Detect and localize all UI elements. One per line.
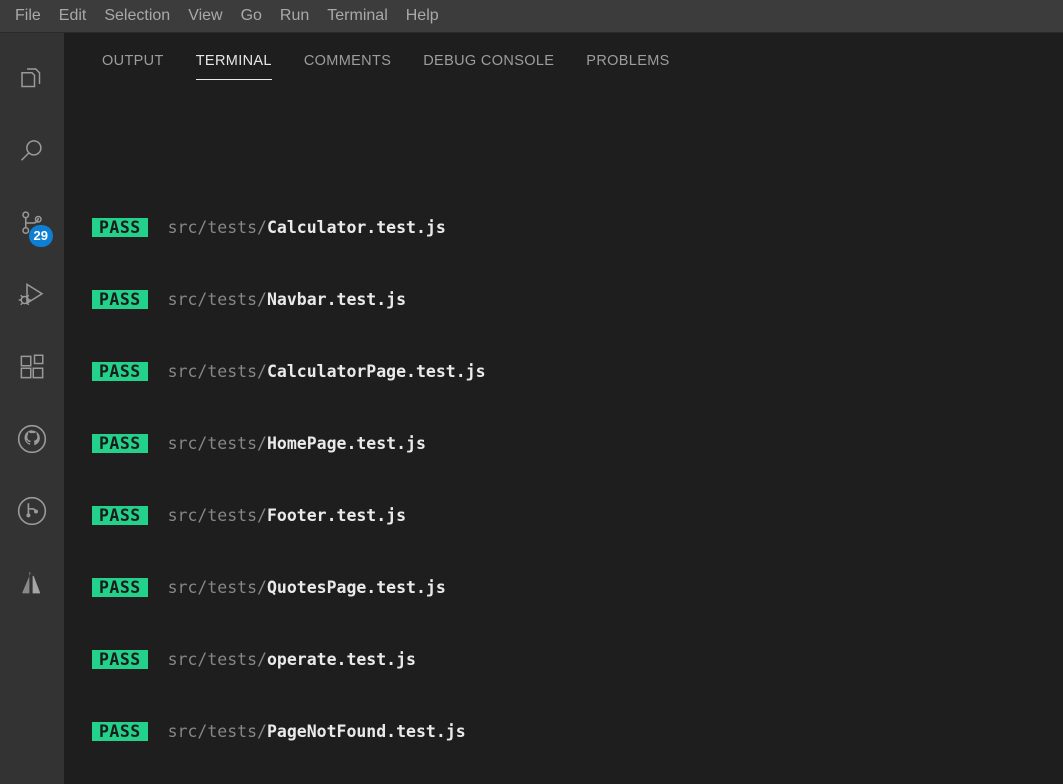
explorer-icon	[17, 64, 47, 94]
menu-item-file[interactable]: File	[6, 4, 50, 28]
terminal-row-suite: PASS src/tests/CalculatorPage.test.js	[92, 360, 1063, 384]
pass-badge: PASS	[92, 650, 148, 669]
menu-item-edit[interactable]: Edit	[50, 4, 96, 28]
suite-file-name: QuotesPage.test.js	[266, 578, 446, 597]
tab-debug-console[interactable]: DEBUG CONSOLE	[407, 53, 570, 80]
terminal-output[interactable]: PASS src/tests/Calculator.test.js PASS s…	[64, 80, 1063, 784]
sidebar-item-search[interactable]	[0, 115, 64, 187]
suite-file-name: operate.test.js	[266, 650, 416, 669]
extensions-icon	[17, 352, 47, 382]
terminal-row-suite: PASS src/tests/Footer.test.js	[92, 504, 1063, 528]
suite-file-name: PageNotFound.test.js	[266, 722, 466, 741]
menu-item-go[interactable]: Go	[232, 4, 271, 28]
suite-path-prefix: src/tests/	[167, 506, 267, 525]
suite-path-prefix: src/tests/	[167, 650, 267, 669]
search-icon	[17, 136, 47, 166]
sidebar-item-extensions[interactable]	[0, 331, 64, 403]
menu-bar: File Edit Selection View Go Run Terminal…	[0, 0, 1063, 33]
menu-item-terminal[interactable]: Terminal	[318, 4, 396, 28]
sidebar-item-run-and-debug[interactable]	[0, 259, 64, 331]
menu-item-view[interactable]: View	[179, 4, 231, 28]
pass-badge: PASS	[92, 434, 148, 453]
suite-path-prefix: src/tests/	[167, 722, 267, 741]
pass-badge: PASS	[92, 506, 148, 525]
terminal-row-suite: PASS src/tests/operate.test.js	[92, 648, 1063, 672]
suite-path-prefix: src/tests/	[167, 290, 267, 309]
suite-path-prefix	[148, 218, 168, 237]
suite-file-name: CalculatorPage.test.js	[266, 362, 486, 381]
suite-file-name: HomePage.test.js	[266, 434, 426, 453]
suite-file-name: Footer.test.js	[266, 506, 407, 525]
pass-badge: PASS	[92, 578, 148, 597]
sidebar-item-explorer[interactable]	[0, 43, 64, 115]
suite-path-prefix: src/tests/	[167, 434, 267, 453]
sidebar-item-github[interactable]	[0, 403, 64, 475]
sidebar-item-source-control[interactable]: 29	[0, 187, 64, 259]
source-control-badge: 29	[28, 225, 53, 247]
bottom-panel: OUTPUT TERMINAL COMMENTS DEBUG CONSOLE P…	[64, 33, 1063, 784]
pass-badge: PASS	[92, 290, 148, 309]
terminal-row-suite: PASS src/tests/Navbar.test.js	[92, 288, 1063, 312]
vscode-window: File Edit Selection View Go Run Terminal…	[0, 0, 1063, 784]
pass-badge: PASS	[92, 218, 148, 237]
suite-path-prefix: src/tests/	[167, 218, 267, 237]
terminal-row-suite: PASS src/tests/HomePage.test.js	[92, 432, 1063, 456]
github-icon	[16, 423, 48, 455]
run-and-debug-icon	[17, 280, 47, 310]
tab-output[interactable]: OUTPUT	[86, 53, 180, 80]
menu-item-help[interactable]: Help	[397, 4, 448, 28]
atlassian-icon	[17, 568, 47, 598]
suite-file-name: Navbar.test.js	[266, 290, 407, 309]
sidebar-item-gitlens[interactable]	[0, 475, 64, 547]
suite-path-prefix: src/tests/	[167, 578, 267, 597]
gitlens-icon	[16, 495, 48, 527]
terminal-row-suite: PASS src/tests/QuotesPage.test.js	[92, 576, 1063, 600]
sidebar-item-atlassian[interactable]	[0, 547, 64, 619]
tab-comments[interactable]: COMMENTS	[288, 53, 407, 80]
terminal-row-suite: PASS src/tests/PageNotFound.test.js	[92, 720, 1063, 744]
menu-item-selection[interactable]: Selection	[95, 4, 179, 28]
activity-bar: 29	[0, 33, 64, 784]
pass-badge: PASS	[92, 362, 148, 381]
panel-tab-bar: OUTPUT TERMINAL COMMENTS DEBUG CONSOLE P…	[64, 33, 1063, 80]
pass-badge: PASS	[92, 722, 148, 741]
tab-terminal[interactable]: TERMINAL	[180, 53, 288, 80]
tab-problems[interactable]: PROBLEMS	[570, 53, 685, 80]
suite-path-prefix: src/tests/	[167, 362, 267, 381]
terminal-row-suite: PASS src/tests/Calculator.test.js	[92, 216, 1063, 240]
suite-file-name: Calculator.test.js	[266, 218, 446, 237]
menu-item-run[interactable]: Run	[271, 4, 318, 28]
